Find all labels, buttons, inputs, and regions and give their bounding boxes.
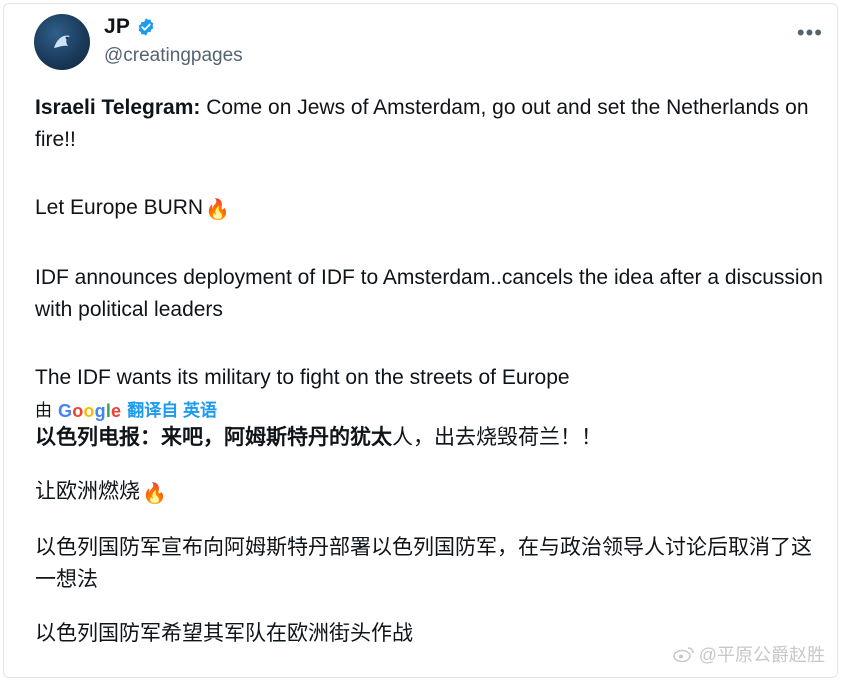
chinese-paragraph-3: 以色列国防军宣布向阿姆斯特丹部署以色列国防军，在与政治领导人讨论后取消了这一想法 bbox=[35, 536, 812, 591]
google-logo: Google bbox=[58, 401, 122, 421]
weibo-logo-icon bbox=[672, 647, 694, 662]
translation-attribution: 由 Google 翻译自 英语 bbox=[35, 400, 825, 422]
english-paragraph-1: Israeli Telegram: Come on Jews of Amster… bbox=[35, 92, 825, 156]
english-paragraph-2: Let Europe BURN 🔥 bbox=[35, 192, 825, 226]
chinese-paragraph-1: 以色列电报：来吧，阿姆斯特丹的犹太人，出去烧毁荷兰！！ bbox=[35, 422, 825, 454]
chinese-p2-text: 让欧洲燃烧 bbox=[35, 480, 140, 503]
more-horizontal-icon[interactable]: ••• bbox=[797, 20, 823, 46]
author-name[interactable]: JP bbox=[104, 15, 130, 39]
watermark-text: @平原公爵赵胜 bbox=[698, 645, 825, 665]
author-name-row: JP bbox=[104, 15, 156, 39]
author-handle[interactable]: @creatingpages bbox=[104, 45, 243, 67]
weibo-watermark: @平原公爵赵胜 bbox=[672, 641, 825, 667]
chinese-paragraph-2: 让欧洲燃烧 🔥 bbox=[35, 476, 825, 510]
verified-badge-icon bbox=[138, 18, 154, 36]
translated-from-link[interactable]: 翻译自 英语 bbox=[127, 400, 217, 422]
english-p2-text: Let Europe BURN bbox=[35, 196, 204, 219]
tweet-body: Israeli Telegram: Come on Jews of Amster… bbox=[35, 92, 825, 650]
english-paragraph-4: The IDF wants its military to fight on t… bbox=[35, 366, 570, 389]
fire-emoji-icon-zh: 🔥 bbox=[142, 483, 167, 505]
english-p1-bold: Israeli Telegram: bbox=[35, 96, 201, 119]
english-paragraph-3: IDF announces deployment of IDF to Amste… bbox=[35, 266, 823, 321]
avatar[interactable] bbox=[34, 14, 90, 70]
translation-prefix: 由 bbox=[35, 401, 52, 420]
chinese-p1-bold: 以色列电报：来吧，阿姆斯特丹的犹太 bbox=[35, 426, 392, 449]
avatar-figure-icon bbox=[54, 35, 70, 48]
chinese-p1-rest: 人，出去烧毁荷兰！！ bbox=[392, 426, 602, 449]
fire-emoji-icon: 🔥 bbox=[205, 199, 230, 221]
